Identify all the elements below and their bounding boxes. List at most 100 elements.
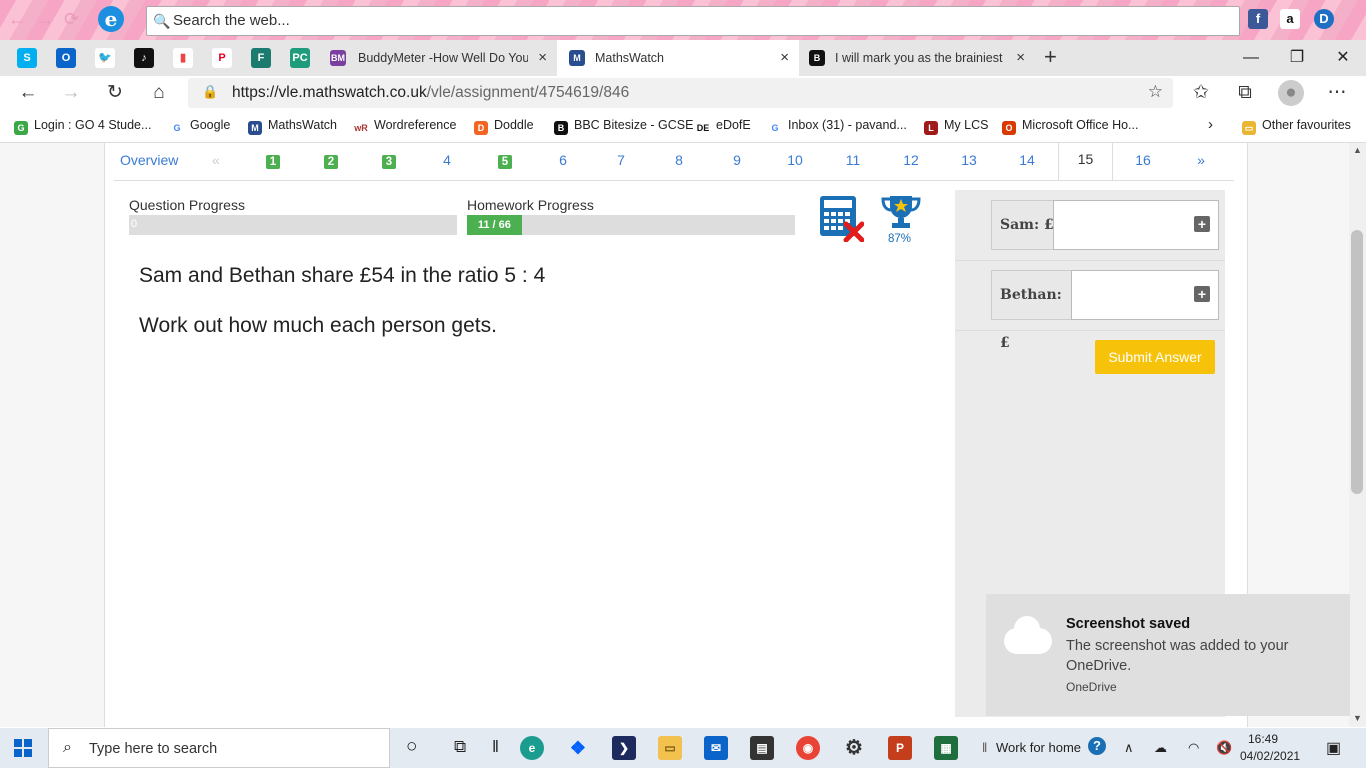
notifications-icon[interactable]: ▣ [1326, 738, 1341, 758]
clock-time[interactable]: 16:49 [1248, 732, 1278, 746]
question-link-6[interactable]: 6 [550, 152, 576, 168]
tab-title: BuddyMeter -How Well Do You K [358, 51, 528, 65]
close-tab-icon[interactable]: × [1016, 40, 1025, 76]
edge-taskbar-icon[interactable]: e [520, 736, 544, 760]
skype-pinned-tab-icon[interactable]: S [17, 48, 37, 68]
favourite-bbc-bitesize[interactable]: B BBC Bitesize - GCSE [554, 118, 693, 135]
sam-answer-input[interactable]: + [1053, 200, 1219, 250]
windows-start-icon[interactable] [14, 739, 32, 757]
favourite-google[interactable]: G Google [170, 118, 230, 135]
question-link-3[interactable]: 3 [376, 152, 402, 169]
close-window-icon[interactable]: ✕ [1320, 40, 1366, 76]
top-search-strip: ← → ⟳ e 🔍 Search the web... f a D [0, 0, 1366, 40]
tiktok-pinned-tab-icon[interactable]: ♪ [134, 48, 154, 68]
prev-page-link[interactable]: « [212, 152, 220, 168]
minimize-icon[interactable]: — [1228, 40, 1274, 76]
overview-link[interactable]: Overview [120, 152, 178, 168]
forward-icon[interactable]: → [58, 80, 84, 106]
amazon-icon[interactable]: a [1280, 9, 1300, 29]
close-tab-icon[interactable]: × [538, 40, 547, 76]
wifi-icon[interactable]: ◠ [1188, 740, 1199, 756]
pinterest-pinned-tab-icon[interactable]: P [212, 48, 232, 68]
scrollbar-thumb[interactable] [1351, 230, 1363, 494]
question-link-4[interactable]: 4 [434, 152, 460, 168]
favourite-inbox[interactable]: G Inbox (31) - pavand... [768, 118, 907, 135]
powerpoint-taskbar-icon[interactable]: P [888, 736, 912, 760]
submit-answer-button[interactable]: Submit Answer [1095, 340, 1215, 374]
chevron-right-icon[interactable]: › [1208, 116, 1213, 133]
close-tab-icon[interactable]: × [780, 40, 789, 76]
scroll-down-icon[interactable]: ▼ [1353, 713, 1362, 723]
volume-muted-icon[interactable]: 🔇 [1216, 740, 1232, 756]
chevron-up-icon[interactable]: ∧ [1124, 740, 1134, 756]
mail-taskbar-icon[interactable]: ✉ [704, 736, 728, 760]
twitter-pinned-tab-icon[interactable]: 🐦 [95, 48, 115, 68]
favourite-doddle[interactable]: D Doddle [474, 118, 534, 135]
new-tab-button[interactable]: + [1044, 44, 1057, 70]
question-link-9[interactable]: 9 [724, 152, 750, 168]
search-icon: 🔍 [153, 13, 171, 29]
other-favourites-folder[interactable]: ▭ Other favourites [1242, 118, 1351, 135]
plus-icon[interactable]: + [1194, 216, 1210, 232]
onedrive-tray-icon[interactable]: ☁ [1154, 740, 1167, 756]
question-link-11[interactable]: 11 [840, 152, 866, 168]
web-search-input[interactable]: 🔍 Search the web... [146, 6, 1240, 36]
question-link-16[interactable]: 16 [1130, 152, 1156, 168]
work-for-home-toolbar[interactable]: Work for home [996, 740, 1081, 755]
collections-icon[interactable]: ⧉ [1232, 80, 1258, 106]
favourite-go4schools[interactable]: G Login : GO 4 Stude... [14, 118, 151, 135]
help-icon[interactable]: ? [1088, 737, 1106, 755]
question-link-2[interactable]: 2 [318, 152, 344, 169]
more-options-icon[interactable]: ⋯ [1324, 80, 1350, 106]
pc-pinned-tab-icon[interactable]: PC [290, 48, 310, 68]
internet-explorer-icon[interactable]: e [98, 6, 124, 32]
screenshot-toast[interactable]: Screenshot saved The screenshot was adde… [986, 594, 1350, 716]
refresh-icon[interactable]: ↻ [102, 80, 128, 106]
forms-pinned-tab-icon[interactable]: F [251, 48, 271, 68]
question-link-13[interactable]: 13 [956, 152, 982, 168]
question-link-15-current[interactable]: 15 [1058, 143, 1113, 180]
store-taskbar-icon[interactable]: ▤ [750, 736, 774, 760]
homework-progress-label: Homework Progress [467, 197, 594, 213]
address-bar[interactable]: 🔒 https://vle.mathswatch.co.uk/vle/assig… [188, 78, 1173, 108]
chrome-taskbar-icon[interactable]: ◉ [796, 736, 820, 760]
chart-pinned-tab-icon[interactable]: ▮ [173, 48, 193, 68]
cortana-icon[interactable]: ○ [406, 736, 417, 758]
favourite-mathswatch[interactable]: M MathsWatch [248, 118, 337, 135]
question-link-14[interactable]: 14 [1014, 152, 1040, 168]
favourite-office[interactable]: O Microsoft Office Ho... [1002, 118, 1138, 135]
question-link-10[interactable]: 10 [782, 152, 808, 168]
app-taskbar-icon[interactable]: ❯ [612, 736, 636, 760]
favourite-my-lcs[interactable]: L My LCS [924, 118, 988, 135]
calculator-taskbar-icon[interactable]: ▦ [934, 736, 958, 760]
outlook-pinned-tab-icon[interactable]: O [56, 48, 76, 68]
facebook-icon[interactable]: f [1248, 9, 1268, 29]
question-link-12[interactable]: 12 [898, 152, 924, 168]
task-view-icon[interactable]: ⧉ [454, 737, 466, 757]
bethan-answer-input[interactable]: + [1071, 270, 1219, 320]
taskbar-search-box[interactable]: ⌕ Type here to search [48, 728, 390, 768]
clock-date[interactable]: 04/02/2021 [1240, 749, 1300, 763]
settings-gear-icon[interactable]: ⚙ [842, 736, 866, 760]
question-link-5[interactable]: 5 [492, 152, 518, 169]
plus-icon[interactable]: + [1194, 286, 1210, 302]
file-explorer-taskbar-icon[interactable]: ▭ [658, 736, 682, 760]
tab-buddymeter[interactable]: BM BuddyMeter -How Well Do You K × [312, 40, 557, 76]
add-favourite-icon[interactable]: ☆ [1148, 82, 1163, 102]
back-icon[interactable]: ← [15, 80, 41, 106]
next-page-link[interactable]: » [1188, 152, 1214, 168]
restore-icon[interactable]: ❐ [1274, 40, 1320, 76]
favourite-wordreference[interactable]: wR Wordreference [354, 118, 456, 135]
question-link-7[interactable]: 7 [608, 152, 634, 168]
dropbox-taskbar-icon[interactable]: ❖ [566, 736, 590, 760]
question-link-8[interactable]: 8 [666, 152, 692, 168]
tab-mathswatch[interactable]: M MathsWatch × [557, 40, 799, 76]
profile-avatar-icon[interactable]: ● [1278, 80, 1304, 106]
profile-d-icon[interactable]: D [1314, 9, 1334, 29]
scroll-up-icon[interactable]: ▲ [1353, 145, 1362, 155]
tab-brainiest[interactable]: B I will mark you as the brainiest if × [799, 40, 1035, 76]
question-link-1[interactable]: 1 [260, 152, 286, 169]
favourites-icon[interactable]: ✩ [1188, 80, 1214, 106]
favourite-edofe[interactable]: DE eDofE [696, 118, 751, 135]
home-icon[interactable]: ⌂ [146, 80, 172, 106]
